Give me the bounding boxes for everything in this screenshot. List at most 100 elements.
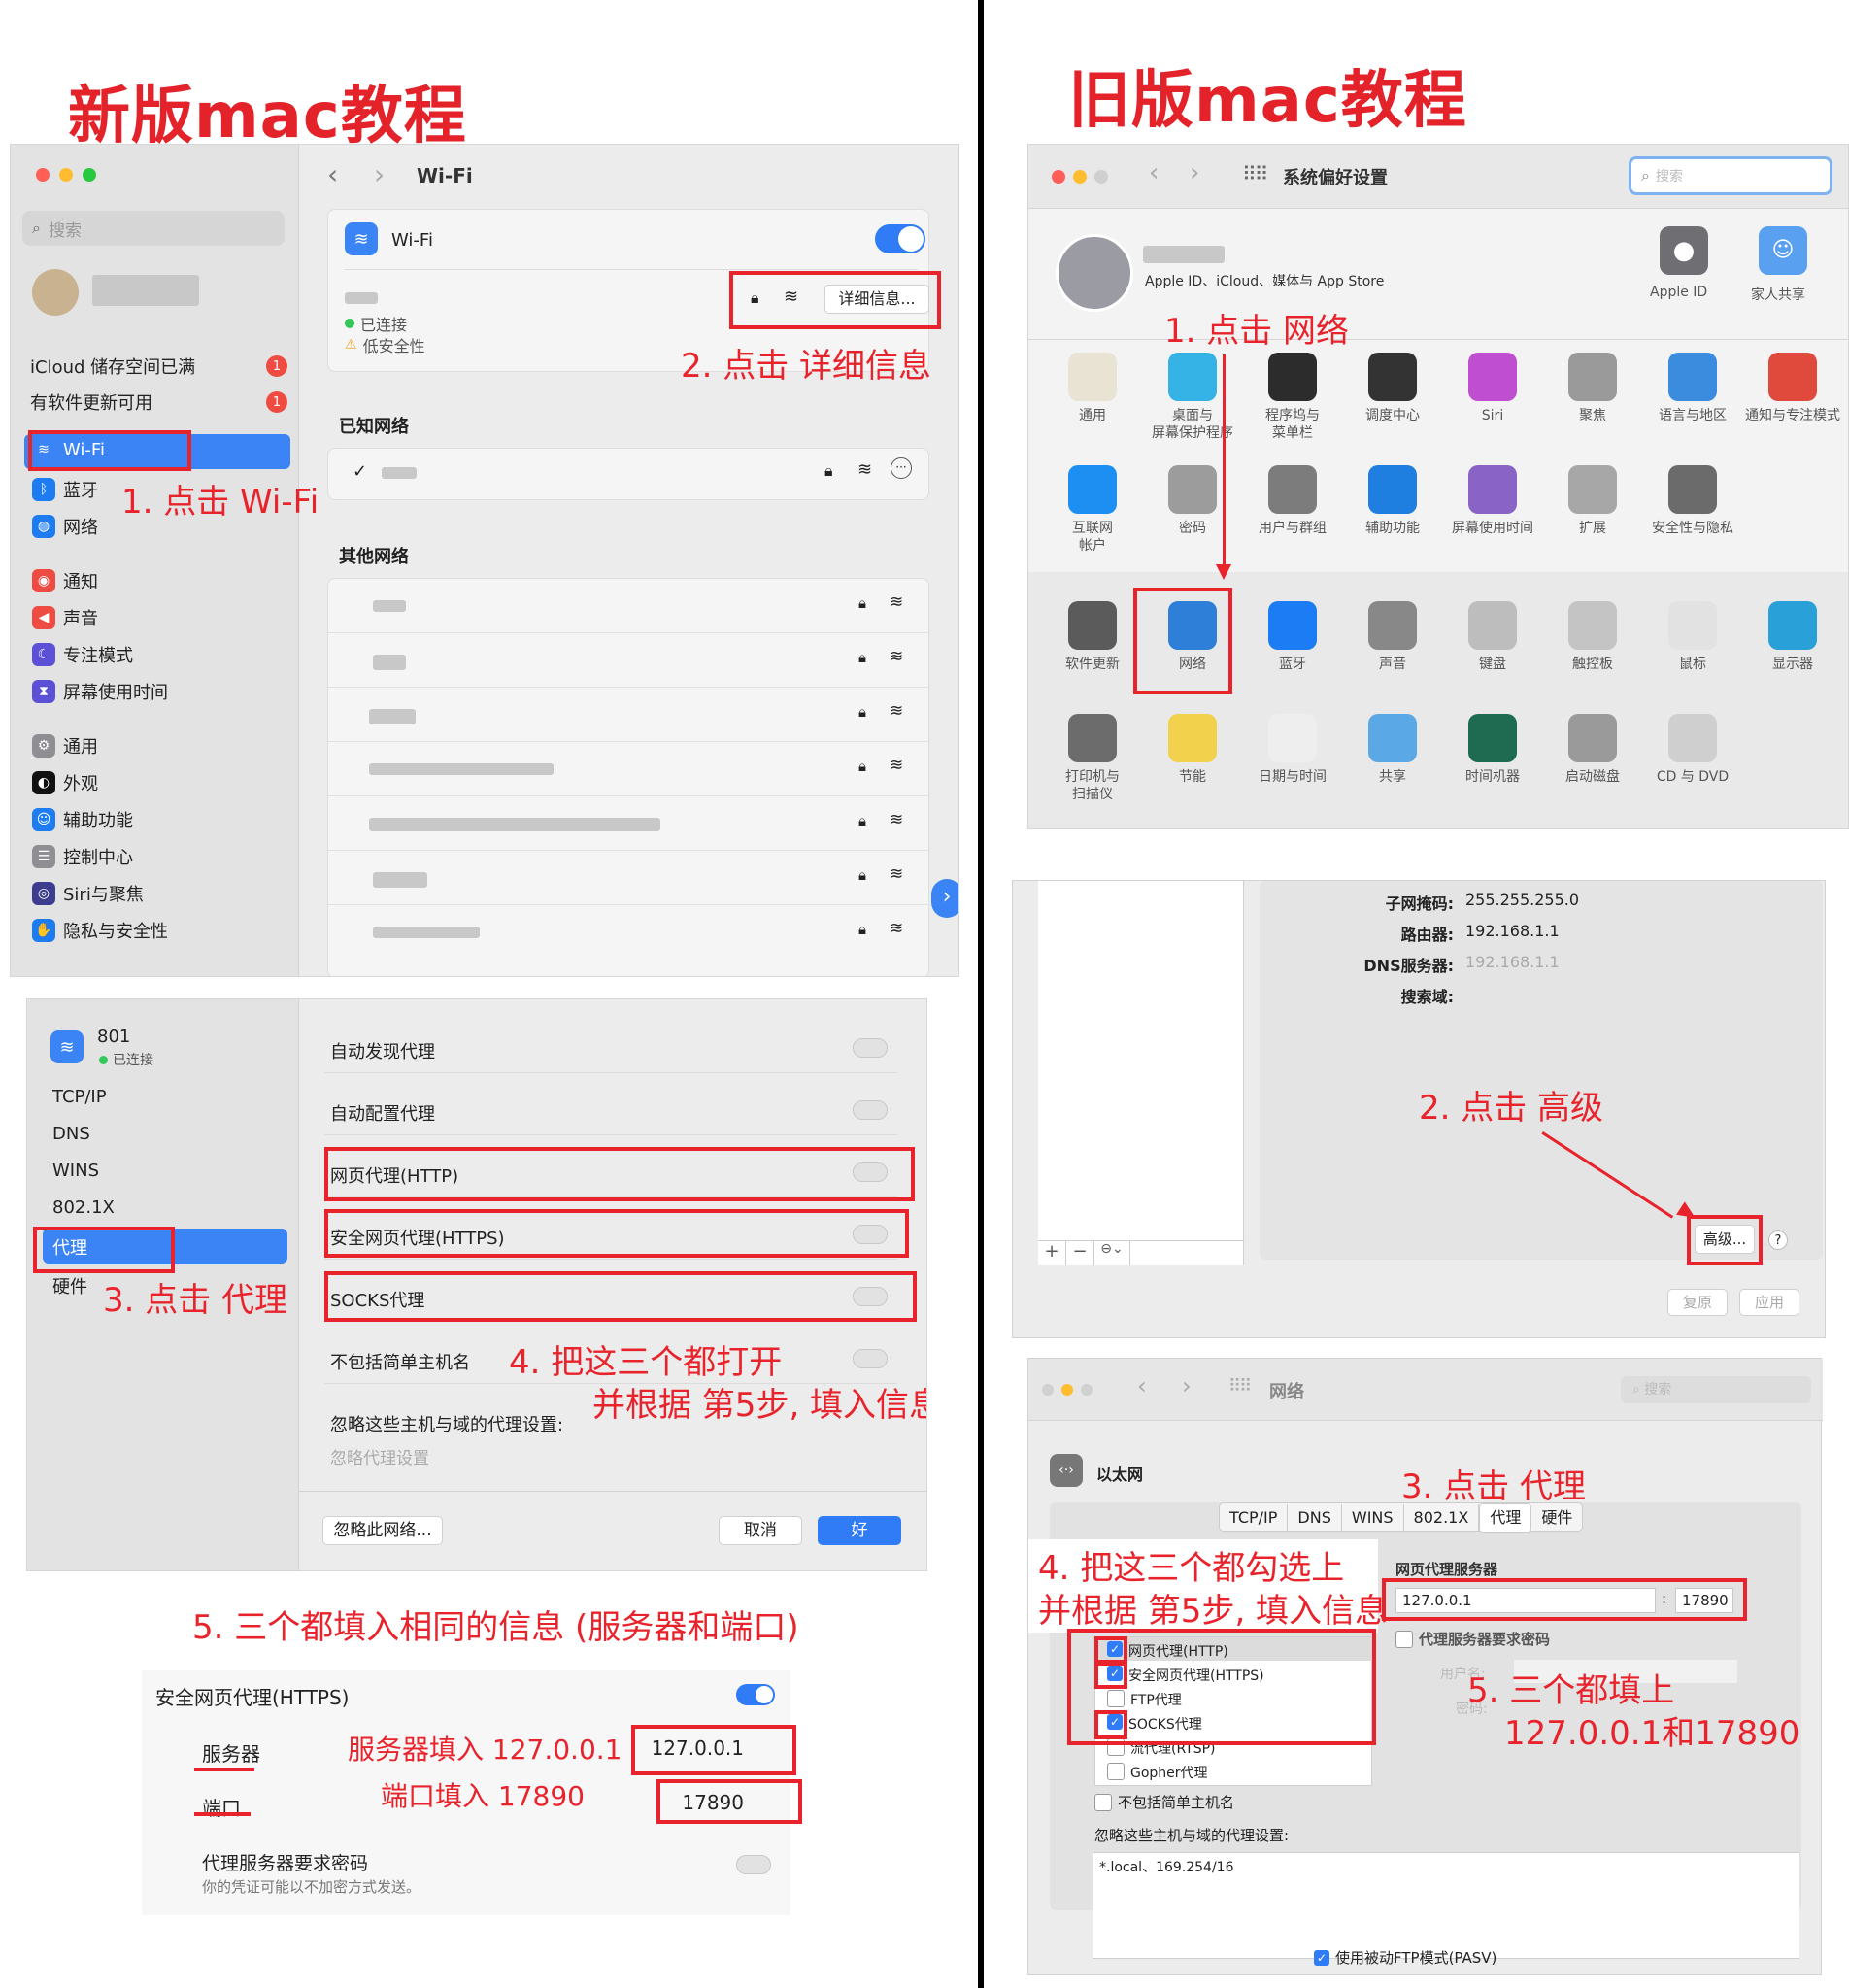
- checkbox-icon[interactable]: [1395, 1630, 1413, 1648]
- tab-dns[interactable]: DNS: [1288, 1504, 1342, 1532]
- pref-item[interactable]: CD 与 DVD: [1644, 714, 1741, 786]
- cancel-button[interactable]: 取消: [719, 1516, 802, 1545]
- toggle-switch[interactable]: [853, 1038, 888, 1058]
- sidebar-item-sound[interactable]: ◀ 声音: [32, 605, 98, 630]
- password-toggle[interactable]: [736, 1855, 771, 1874]
- pref-item[interactable]: 蓝牙: [1244, 601, 1341, 673]
- pref-item[interactable]: 桌面与 屏幕保护程序: [1144, 353, 1241, 442]
- list-item[interactable]: 🔒︎ ≋: [328, 796, 930, 851]
- list-item[interactable]: 🔒︎ ≋: [328, 742, 930, 796]
- sidebar-item-general[interactable]: ⚙ 通用: [32, 733, 98, 758]
- forward-chevron-icon[interactable]: ›: [1190, 158, 1199, 187]
- checkbox-icon[interactable]: [1094, 1793, 1112, 1811]
- sidebar-item-notifications[interactable]: ◉ 通知: [32, 568, 98, 593]
- list-item[interactable]: 🔒︎ ≋: [328, 851, 930, 905]
- zoom-dot[interactable]: [1081, 1384, 1093, 1396]
- checkbox-icon[interactable]: [1107, 1763, 1125, 1780]
- pref-item[interactable]: 密码: [1144, 465, 1241, 537]
- minimize-dot[interactable]: [1073, 170, 1087, 184]
- zoom-dot[interactable]: [1094, 170, 1108, 184]
- pref-item[interactable]: 共享: [1344, 714, 1441, 786]
- pref-item[interactable]: 时间机器: [1444, 714, 1541, 786]
- known-network-row[interactable]: [327, 448, 929, 500]
- checkbox-checked-icon[interactable]: ✓: [1314, 1949, 1329, 1966]
- pref-item[interactable]: 安全性与隐私: [1644, 465, 1741, 537]
- sidebar-item-siri[interactable]: ◎ Siri与聚焦: [32, 881, 144, 906]
- pref-item[interactable]: 启动磁盘: [1544, 714, 1641, 786]
- pref-item[interactable]: 显示器: [1744, 601, 1841, 673]
- back-chevron-icon[interactable]: ‹: [1137, 1372, 1147, 1399]
- avatar[interactable]: [32, 269, 79, 316]
- tab-8021x[interactable]: 802.1X: [52, 1197, 115, 1218]
- add-icon[interactable]: +: [1038, 1241, 1066, 1265]
- pref-item[interactable]: 语言与地区: [1644, 353, 1741, 424]
- help-button[interactable]: ?: [1768, 1230, 1788, 1250]
- ok-button[interactable]: 好: [818, 1516, 901, 1545]
- grid-icon[interactable]: ⠿⠿: [1242, 162, 1268, 185]
- remove-icon[interactable]: −: [1066, 1241, 1094, 1265]
- search-field[interactable]: ⌕ 搜索: [1621, 1376, 1811, 1403]
- forward-chevron-icon[interactable]: ›: [374, 158, 385, 190]
- grid-icon[interactable]: ⠿⠿: [1228, 1376, 1252, 1397]
- forward-chevron-icon[interactable]: ›: [1182, 1372, 1192, 1399]
- sidebar-item-screen-time[interactable]: ⧗ 屏幕使用时间: [32, 679, 168, 704]
- back-chevron-icon[interactable]: ‹: [1149, 158, 1159, 187]
- pref-item[interactable]: 用户与群组: [1244, 465, 1341, 537]
- minimize-dot[interactable]: [1061, 1384, 1073, 1396]
- alert-update[interactable]: 有软件更新可用 1: [30, 384, 287, 421]
- tab-tcpip[interactable]: TCP/IP: [52, 1087, 107, 1107]
- pref-item[interactable]: 通用: [1044, 353, 1141, 424]
- revert-button[interactable]: 复原: [1667, 1289, 1728, 1316]
- pref-item[interactable]: 互联网 帐户: [1044, 465, 1141, 555]
- tab-wins[interactable]: WINS: [1342, 1504, 1404, 1532]
- list-item[interactable]: 🔒︎ ≋: [328, 905, 930, 960]
- alert-icloud[interactable]: iCloud 储存空间已满 1: [30, 349, 287, 384]
- bypass-input[interactable]: *.local、169.254/16: [1093, 1852, 1799, 1959]
- sidebar-search[interactable]: ⌕ 搜索: [22, 211, 285, 246]
- sidebar-item-accessibility[interactable]: ☺ 辅助功能: [32, 807, 133, 832]
- pref-item[interactable]: 辅助功能: [1344, 465, 1441, 537]
- pref-item[interactable]: Siri: [1444, 353, 1541, 424]
- pref-item[interactable]: 扩展: [1544, 465, 1641, 537]
- pref-item[interactable]: 键盘: [1444, 601, 1541, 673]
- action-menu-icon[interactable]: ⊖⌄: [1094, 1241, 1130, 1265]
- pref-item[interactable]: 调度中心: [1344, 353, 1441, 424]
- list-item[interactable]: 🔒︎ ≋: [328, 633, 930, 688]
- account-avatar[interactable]: [1056, 234, 1133, 312]
- tab-hardware[interactable]: 硬件: [1531, 1504, 1582, 1532]
- pref-item[interactable]: 程序坞与 菜单栏: [1244, 353, 1341, 442]
- list-item[interactable]: 🔒︎ ≋: [328, 579, 930, 633]
- sidebar-item-bluetooth[interactable]: ᛒ 蓝牙: [32, 477, 98, 502]
- apply-button[interactable]: 应用: [1739, 1289, 1799, 1316]
- tab-proxy[interactable]: 代理: [1479, 1503, 1532, 1533]
- ignore-input[interactable]: 忽略代理设置: [330, 1444, 429, 1468]
- toggle-switch[interactable]: [853, 1100, 888, 1120]
- tab-tcpip[interactable]: TCP/IP: [1220, 1504, 1289, 1532]
- list-item[interactable]: 🔒︎ ≋: [328, 688, 930, 742]
- search-field[interactable]: ⌕ 搜索: [1629, 156, 1832, 195]
- tab-8021x[interactable]: 802.1X: [1404, 1504, 1480, 1532]
- wifi-toggle[interactable]: [875, 224, 925, 253]
- tab-dns[interactable]: DNS: [52, 1124, 90, 1144]
- back-chevron-icon[interactable]: ‹: [327, 158, 338, 190]
- tab-hardware[interactable]: 硬件: [52, 1273, 87, 1298]
- pref-item[interactable]: 通知与专注模式: [1744, 353, 1841, 424]
- close-dot[interactable]: [1042, 1384, 1054, 1396]
- close-dot[interactable]: [36, 168, 50, 182]
- sidebar-item-appearance[interactable]: ◐ 外观: [32, 770, 98, 795]
- pref-item[interactable]: 日期与时间: [1244, 714, 1341, 786]
- close-dot[interactable]: [1052, 170, 1065, 184]
- sidebar-item-control-center[interactable]: ☰ 控制中心: [32, 844, 133, 869]
- pref-item[interactable]: 节能: [1144, 714, 1241, 786]
- pref-item[interactable]: 聚焦: [1544, 353, 1641, 424]
- pref-item[interactable]: 触控板: [1544, 601, 1641, 673]
- forget-network-button[interactable]: 忽略此网络...: [322, 1516, 443, 1545]
- sidebar-item-privacy[interactable]: ✋ 隐私与安全性: [32, 918, 168, 943]
- protocol-gopher[interactable]: Gopher代理: [1107, 1763, 1208, 1782]
- minimize-dot[interactable]: [59, 168, 73, 182]
- scroll-arrow-icon[interactable]: ›: [931, 879, 958, 918]
- apple-icon[interactable]: ●: [1660, 226, 1708, 275]
- pref-item[interactable]: 软件更新: [1044, 601, 1141, 673]
- tab-wins[interactable]: WINS: [52, 1161, 99, 1181]
- pref-item[interactable]: 鼠标: [1644, 601, 1741, 673]
